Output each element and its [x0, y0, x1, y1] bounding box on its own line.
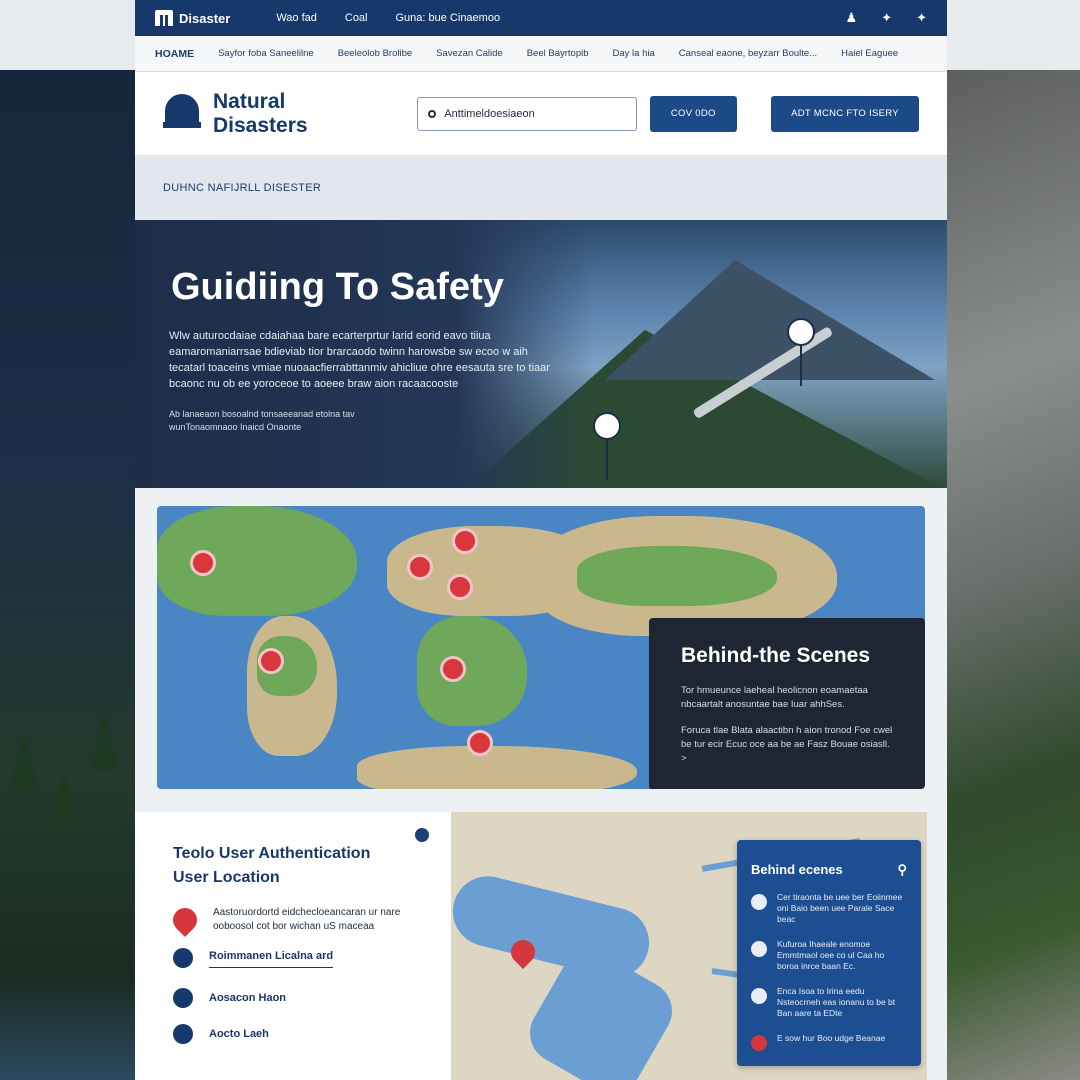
- panel-entry[interactable]: Kufuroa Ihaeale enomoe Emmtmaol oee co u…: [751, 939, 907, 972]
- search-input[interactable]: Anttimeldoesiaeon: [417, 96, 637, 131]
- site-header: Natural Disasters Anttimeldoesiaeon COV …: [135, 72, 947, 156]
- breadcrumb: DUHNC NAFIJRLL DISESTER: [135, 156, 947, 220]
- search-icon[interactable]: ⚲: [897, 862, 907, 878]
- card-paragraph: Foruca tlae Blata alaactibn h aion trono…: [681, 725, 893, 764]
- background-forest: [0, 70, 135, 1080]
- social-icons: ♟ ✦ ✦: [846, 10, 927, 26]
- tree-decoration: [10, 730, 38, 790]
- world-map[interactable]: Behind-the Scenes Tor hmueunce laeheal h…: [157, 506, 925, 789]
- subnav-item[interactable]: Day la hia: [613, 48, 655, 59]
- panel-entry[interactable]: Enca Isoa to Irina eedu Nsteocrneh eas i…: [751, 986, 907, 1019]
- disaster-marker-icon[interactable]: [447, 574, 473, 600]
- secondary-button[interactable]: ADT MCNC FTO ISERY: [770, 95, 920, 132]
- top-nav: Disaster Wao fad Coal Guna: bue Cinaemoo…: [135, 0, 947, 36]
- disaster-marker-icon[interactable]: [467, 730, 493, 756]
- info-icon[interactable]: [415, 828, 429, 842]
- panel-entry[interactable]: E sow hur Boo udge Beanae: [751, 1033, 907, 1051]
- top-link[interactable]: Guna: bue Cinaemoo: [396, 12, 501, 24]
- auth-item[interactable]: Aosacon Haon: [209, 991, 286, 1005]
- hero-paragraph: Wlw auturocdaiae cdaiahaa bare ecarterpr…: [169, 330, 550, 390]
- bullet-icon: [173, 988, 193, 1008]
- bullet-icon: [173, 948, 193, 968]
- building-icon: [155, 10, 173, 26]
- logo-mark-icon: [163, 92, 201, 136]
- subnav-item[interactable]: Beel Bayrtopib: [527, 48, 589, 59]
- search-value: Anttimeldoesiaeon: [444, 107, 535, 120]
- auth-item[interactable]: Aocto Laeh: [209, 1027, 269, 1041]
- behind-scenes-panel: Behind ecenes ⚲ Cer tiraonta be uee ber …: [737, 840, 921, 1066]
- user-icon[interactable]: ♟: [846, 10, 858, 26]
- panel-title: Behind ecenes: [751, 862, 843, 877]
- top-links: Wao fad Coal Guna: bue Cinaemoo: [276, 12, 500, 24]
- twitter-icon[interactable]: ✦: [881, 10, 892, 26]
- logo-line1: Natural: [213, 89, 286, 113]
- panel-entry[interactable]: Cer tiraonta be uee ber Eoiinmee oni Bai…: [751, 892, 907, 925]
- subnav-item[interactable]: Canseal eaone, beyzarr Boulte...: [679, 48, 817, 59]
- subnav-item[interactable]: Haiel Eaguee: [841, 48, 898, 59]
- auth-description: Aastoruordortd eidchecloeancaran ur nare…: [213, 907, 401, 932]
- tree-decoration: [90, 710, 118, 770]
- logo-line2: Disasters: [213, 113, 308, 137]
- location-marker-icon[interactable]: [593, 412, 621, 480]
- search-icon: [428, 109, 437, 118]
- tree-decoration: [50, 770, 78, 830]
- twitter-icon[interactable]: ✦: [916, 10, 927, 26]
- subnav-item[interactable]: Sayfor foba Saneelilne: [218, 48, 314, 59]
- subnav-item[interactable]: Beeleolob Brolibe: [338, 48, 412, 59]
- disaster-marker-icon[interactable]: [190, 550, 216, 576]
- auth-description-row: Aastoruordortd eidchecloeancaran ur nare…: [168, 903, 413, 937]
- site-logo[interactable]: Natural Disasters: [163, 90, 381, 138]
- hero-byline: Ab lanaeaon bosoalnd tonsaeeanad etolna …: [169, 409, 355, 432]
- bullet-icon: [751, 894, 767, 910]
- subnav-item[interactable]: Savezan Calide: [436, 48, 503, 59]
- auth-subtitle: User Location: [173, 869, 280, 886]
- auth-item-row: Aocto Laeh: [173, 1024, 413, 1044]
- auth-item-row: Aosacon Haon: [173, 988, 413, 1008]
- brand[interactable]: Disaster: [155, 10, 230, 26]
- sub-nav: HOAME Sayfor foba Saneelilne Beeleolob B…: [135, 36, 947, 72]
- page-container: Disaster Wao fad Coal Guna: bue Cinaemoo…: [135, 0, 947, 1080]
- primary-button[interactable]: COV 0DO: [649, 95, 737, 132]
- hero-title: Guidiing To Safety: [171, 266, 504, 308]
- hero-banner: Guidiing To Safety Wlw auturocdaiae cdai…: [135, 220, 947, 488]
- top-link[interactable]: Wao fad: [276, 12, 317, 24]
- auth-panel: Teolo User Authentication User Location …: [135, 812, 451, 1080]
- card-title: Behind-the Scenes: [681, 644, 871, 667]
- top-link[interactable]: Coal: [345, 12, 368, 24]
- panel-entry-text: Enca Isoa to Irina eedu Nsteocrneh eas i…: [777, 986, 896, 1018]
- bullet-icon: [751, 941, 767, 957]
- auth-link[interactable]: Roimmanen Licalna ard: [209, 949, 334, 968]
- bullet-icon: [173, 1024, 193, 1044]
- disaster-marker-icon[interactable]: [440, 656, 466, 682]
- disaster-marker-icon[interactable]: [258, 648, 284, 674]
- behind-the-scenes-card: Behind-the Scenes Tor hmueunce laeheal h…: [649, 618, 925, 789]
- subnav-item-home[interactable]: HOAME: [155, 48, 194, 60]
- auth-link-row: Roimmanen Licalna ard: [173, 948, 413, 968]
- brand-label: Disaster: [179, 10, 231, 26]
- disaster-marker-icon[interactable]: [407, 554, 433, 580]
- world-map-section: Behind-the Scenes Tor hmueunce laeheal h…: [135, 488, 947, 806]
- location-marker-icon[interactable]: [787, 318, 815, 386]
- panel-entry-text: E sow hur Boo udge Beanae: [777, 1033, 886, 1043]
- location-section: Teolo User Authentication User Location …: [135, 812, 947, 1080]
- card-paragraph: Tor hmueunce laeheal heolicnon eoamaetaa…: [681, 685, 868, 710]
- disaster-marker-icon[interactable]: [452, 528, 478, 554]
- alert-icon: [751, 1035, 767, 1051]
- background-cliffs: [947, 70, 1080, 1080]
- panel-entry-text: Cer tiraonta be uee ber Eoiinmee oni Bai…: [777, 892, 903, 924]
- map-pin-icon: [168, 903, 202, 937]
- panel-entry-text: Kufuroa Ihaeale enomoe Emmtmaol oee co u…: [777, 939, 885, 971]
- auth-title: Teolo User Authentication: [173, 845, 371, 862]
- bullet-icon: [751, 988, 767, 1004]
